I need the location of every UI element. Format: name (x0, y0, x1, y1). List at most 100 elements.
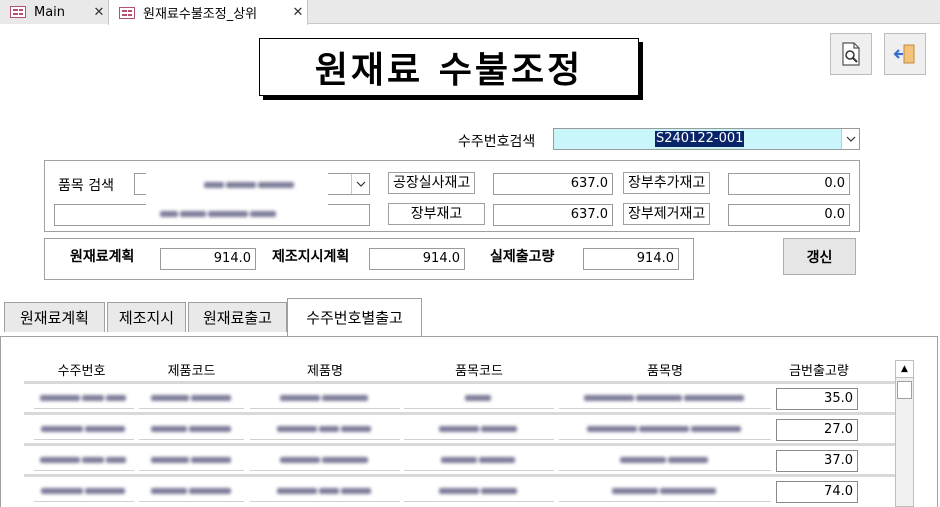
doc-tab-label: 원재료수불조정_상위 (143, 7, 258, 22)
table-cell[interactable] (559, 417, 771, 440)
tab-production-order[interactable]: 제조지시 (107, 302, 186, 332)
page-title: 원재료 수불조정 (314, 50, 584, 91)
ledger-stock-field[interactable]: 637.0 (493, 204, 613, 226)
table-cell[interactable] (250, 386, 400, 409)
refresh-button[interactable]: 갱신 (783, 238, 856, 275)
chevron-down-icon[interactable] (841, 129, 859, 149)
column-header: 수주번호 (57, 364, 106, 379)
table-row[interactable]: 37.0 (24, 446, 896, 474)
redacted-text (280, 390, 370, 405)
form-icon (119, 6, 135, 19)
tab-material-plan[interactable]: 원재료계획 (4, 302, 105, 332)
redacted-text (277, 483, 373, 498)
ledger-remove-field[interactable]: 0.0 (728, 204, 850, 226)
ledger-add-field[interactable]: 0.0 (728, 173, 850, 195)
doc-tab-main[interactable]: Main ✕ (0, 0, 108, 24)
column-header: 금번출고량 (789, 364, 849, 379)
out-qty-field[interactable]: 35.0 (776, 388, 858, 410)
table-row[interactable]: 35.0 (24, 384, 896, 412)
order-search-combo[interactable]: S240122-001 (553, 128, 860, 150)
out-qty-field[interactable]: 27.0 (776, 419, 858, 441)
table-cell[interactable] (404, 386, 554, 409)
redacted-text (587, 421, 743, 436)
table-cell[interactable] (559, 479, 771, 502)
close-icon[interactable]: ✕ (289, 5, 307, 20)
table-cell[interactable] (404, 479, 554, 502)
table-cell[interactable] (404, 417, 554, 440)
table-cell[interactable] (559, 386, 771, 409)
material-plan-field[interactable]: 914.0 (160, 248, 256, 270)
redacted-text (584, 390, 746, 405)
redacted-text (439, 421, 519, 436)
redacted-text (620, 452, 710, 467)
print-preview-button[interactable] (830, 33, 872, 75)
scroll-thumb[interactable] (897, 381, 912, 399)
redacted-text (150, 452, 233, 467)
form-icon (10, 6, 26, 18)
table-cell[interactable] (139, 448, 244, 471)
table-cell[interactable] (404, 448, 554, 471)
redacted-text (277, 421, 373, 436)
print-preview-icon (842, 42, 860, 66)
ledger-remove-label: 장부제거재고 (623, 203, 711, 225)
table-cell[interactable] (34, 386, 134, 409)
scroll-up-icon[interactable]: ▲ (896, 361, 913, 378)
ledger-add-label: 장부추가재고 (623, 172, 711, 194)
table-cell[interactable] (139, 417, 244, 440)
redacted-text (40, 390, 128, 405)
document-tab-bar: Main ✕ 원재료수불조정_상위 ✕ (0, 0, 940, 25)
table-cell[interactable] (559, 448, 771, 471)
table-cell[interactable] (139, 479, 244, 502)
table-cell[interactable] (34, 479, 134, 502)
column-header: 제품명 (307, 364, 343, 379)
redacted-text (441, 452, 517, 467)
tab-order-out[interactable]: 수주번호별출고 (287, 298, 422, 336)
table-cell[interactable] (250, 417, 400, 440)
redacted-text (150, 390, 233, 405)
order-search-value: S240122-001 (655, 131, 745, 147)
redacted-text (465, 390, 493, 405)
table-cell[interactable] (250, 448, 400, 471)
redacted-text (150, 483, 233, 498)
grid-scrollbar[interactable]: ▲ (895, 360, 914, 507)
doc-tab-label: Main (34, 4, 66, 20)
redacted-text (439, 483, 519, 498)
table-cell[interactable] (34, 417, 134, 440)
table-cell[interactable] (34, 448, 134, 471)
sub-tab-bar: 원재료계획 제조지시 원재료출고 수주번호별출고 (0, 298, 940, 336)
redacted-text (204, 177, 296, 192)
ledger-stock-label: 장부재고 (388, 203, 485, 225)
redacted-text (41, 483, 127, 498)
page-title-box: 원재료 수불조정 (259, 38, 639, 96)
column-header: 품목명 (647, 364, 683, 379)
table-row[interactable]: 74.0 (24, 477, 896, 505)
redacted-text (41, 421, 127, 436)
redacted-text (280, 452, 370, 467)
out-qty-field[interactable]: 37.0 (776, 450, 858, 472)
doc-tab-material-adjust[interactable]: 원재료수불조정_상위 ✕ (108, 0, 308, 25)
redacted-text (40, 452, 128, 467)
chevron-down-icon[interactable] (351, 174, 369, 194)
exit-door-icon (893, 44, 915, 64)
production-plan-field[interactable]: 914.0 (369, 248, 465, 270)
actual-out-field[interactable]: 914.0 (583, 248, 679, 270)
out-grid: 수주번호 제품코드 제품명 품목코드 품목명 금번출고량 35.0 27.0 3… (24, 358, 896, 507)
table-cell[interactable] (250, 479, 400, 502)
material-plan-label: 원재료계획 (70, 249, 135, 265)
redacted-text (150, 421, 233, 436)
close-icon[interactable]: ✕ (90, 5, 108, 20)
tab-material-out[interactable]: 원재료출고 (188, 302, 287, 332)
table-cell[interactable] (139, 386, 244, 409)
order-search-label: 수주번호검색 (458, 134, 536, 150)
factory-stock-label: 공장실사재고 (388, 172, 476, 194)
redacted-text (160, 206, 278, 221)
item-dropdown-list[interactable] (146, 168, 328, 224)
exit-button[interactable] (884, 33, 926, 75)
factory-stock-field[interactable]: 637.0 (493, 173, 613, 195)
column-header: 품목코드 (455, 364, 503, 379)
out-qty-field[interactable]: 74.0 (776, 481, 858, 503)
table-row[interactable]: 27.0 (24, 415, 896, 443)
column-header: 제품코드 (167, 364, 216, 379)
redacted-text (612, 483, 718, 498)
production-plan-label: 제조지시계획 (272, 249, 350, 265)
